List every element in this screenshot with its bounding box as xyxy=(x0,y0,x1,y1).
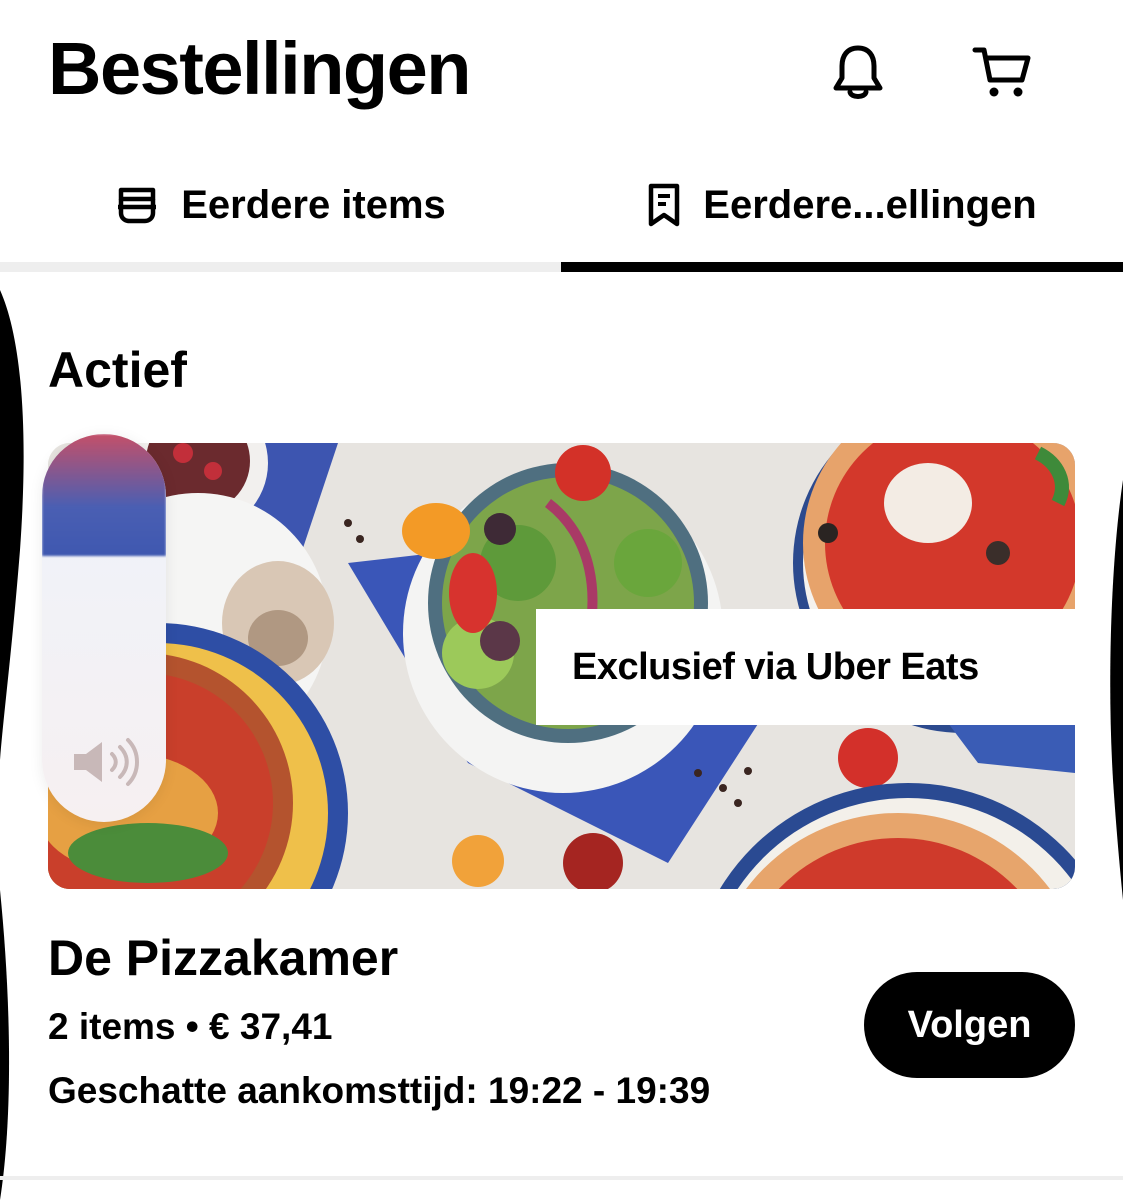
tab-label: Eerdere...ellingen xyxy=(703,182,1037,227)
volume-level-fill xyxy=(42,434,166,556)
screen-edge-left xyxy=(0,290,24,1200)
follow-order-button[interactable]: Volgen xyxy=(864,972,1075,1078)
tab-previous-items[interactable]: Eerdere items xyxy=(0,150,561,260)
tab-label: Eerdere items xyxy=(181,182,446,227)
cart-button[interactable] xyxy=(972,40,1032,104)
tab-previous-orders[interactable]: Eerdere...ellingen xyxy=(561,150,1123,260)
screen-edge-right xyxy=(1110,480,1123,900)
estimated-arrival: Geschatte aankomsttijd: 19:22 - 19:39 xyxy=(48,1070,711,1111)
restaurant-name[interactable]: De Pizzakamer xyxy=(48,928,398,988)
cart-icon xyxy=(972,47,1031,97)
promo-label: Exclusief via Uber Eats xyxy=(536,609,1075,725)
volume-indicator xyxy=(42,434,166,822)
restaurant-banner[interactable]: Exclusief via Uber Eats xyxy=(48,443,1075,889)
page-title: Bestellingen xyxy=(48,27,472,110)
receipt-icon xyxy=(649,183,680,227)
bell-icon xyxy=(833,45,883,99)
tab-active-indicator xyxy=(561,262,1123,272)
order-summary: 2 items • € 37,41 xyxy=(48,1006,333,1047)
order-tabs: Eerdere items Eerdere...ellingen xyxy=(0,150,1123,275)
speaker-icon xyxy=(74,738,139,786)
notifications-button[interactable] xyxy=(828,40,888,104)
tab-inactive-indicator xyxy=(0,262,561,272)
basket-icon xyxy=(118,187,157,224)
divider xyxy=(0,1176,1123,1180)
section-title-active: Actief xyxy=(48,342,187,398)
